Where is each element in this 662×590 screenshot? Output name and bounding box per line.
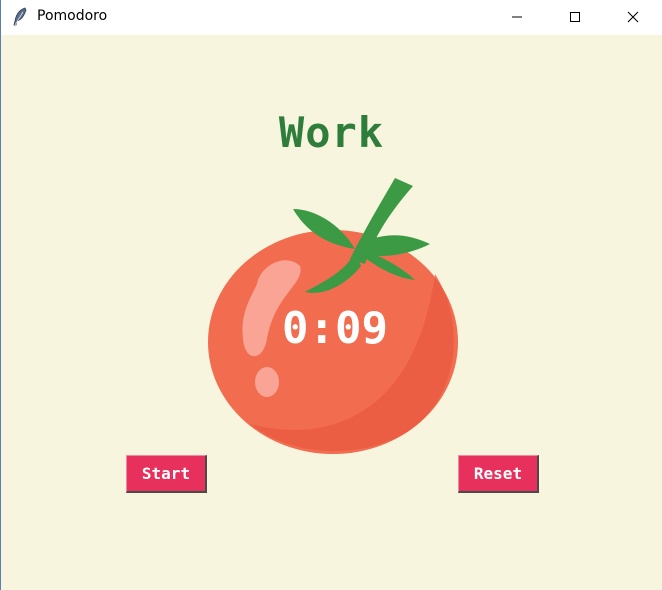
start-button[interactable]: Start [126,455,207,493]
app-window: Pomodoro Work 0:09 Start Reset [0,0,662,590]
minimize-button[interactable] [488,0,546,35]
timer-display: 0:09 [282,303,388,354]
title-bar[interactable]: Pomodoro [1,0,662,35]
minimize-icon [511,8,523,27]
window-title: Pomodoro [37,8,108,24]
mode-title: Work [278,108,385,157]
reset-button[interactable]: Reset [458,455,539,493]
main-content: Work 0:09 Start Reset [1,35,662,590]
feather-icon [11,7,29,27]
close-icon [627,8,639,27]
maximize-button[interactable] [546,0,604,35]
close-button[interactable] [604,0,662,35]
maximize-icon [569,8,581,27]
